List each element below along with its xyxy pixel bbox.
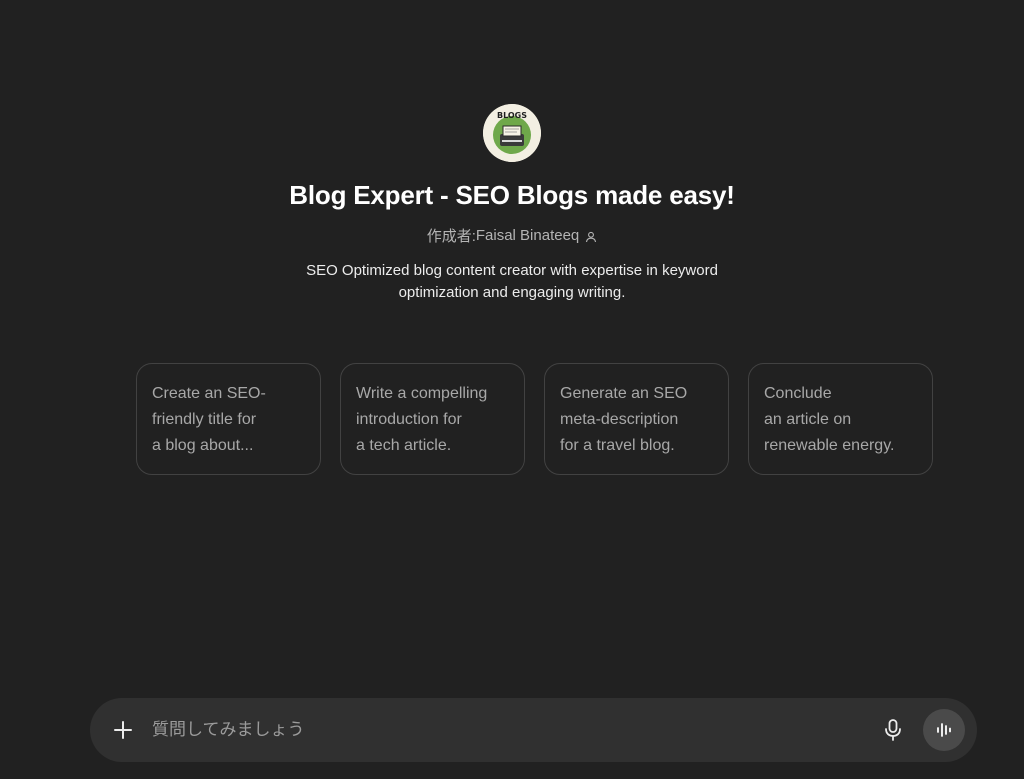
gpt-avatar: BLOGS xyxy=(483,104,541,162)
microphone-icon[interactable] xyxy=(877,714,909,746)
conversation-starters: Create an SEO- friendly title for a blog… xyxy=(136,363,933,475)
voice-waveform-icon xyxy=(937,723,951,737)
gpt-header: BLOGS Blog Expert - SEO Blogs made easy!… xyxy=(0,104,1024,304)
gpt-author: 作成者: Faisal Binateeq xyxy=(427,225,598,246)
starter-text: Create an SEO- friendly title for a blog… xyxy=(152,385,266,454)
voice-mode-button[interactable] xyxy=(923,709,965,751)
blogs-logo-icon: BLOGS xyxy=(483,104,541,162)
logo-text: BLOGS xyxy=(497,111,527,120)
plus-icon[interactable] xyxy=(110,717,136,743)
starter-text: Generate an SEO meta-description for a t… xyxy=(560,385,688,454)
author-name: Faisal Binateeq xyxy=(475,227,580,244)
starter-text: Conclude an article on renewable energy. xyxy=(764,385,895,454)
user-icon[interactable] xyxy=(585,230,597,242)
message-composer xyxy=(90,698,977,762)
gpt-title: Blog Expert - SEO Blogs made easy! xyxy=(289,180,735,210)
author-prefix: 作成者: xyxy=(426,228,476,245)
starter-card[interactable]: Conclude an article on renewable energy. xyxy=(748,363,933,475)
starter-card[interactable]: Generate an SEO meta-description for a t… xyxy=(544,363,729,475)
gpt-home: BLOGS Blog Expert - SEO Blogs made easy!… xyxy=(0,0,1024,779)
gpt-description: SEO Optimized blog content creator with … xyxy=(306,262,718,301)
starter-card[interactable]: Create an SEO- friendly title for a blog… xyxy=(136,363,321,475)
message-input[interactable] xyxy=(152,720,877,740)
starter-card[interactable]: Write a compelling introduction for a te… xyxy=(340,363,525,475)
starter-text: Write a compelling introduction for a te… xyxy=(356,385,488,454)
